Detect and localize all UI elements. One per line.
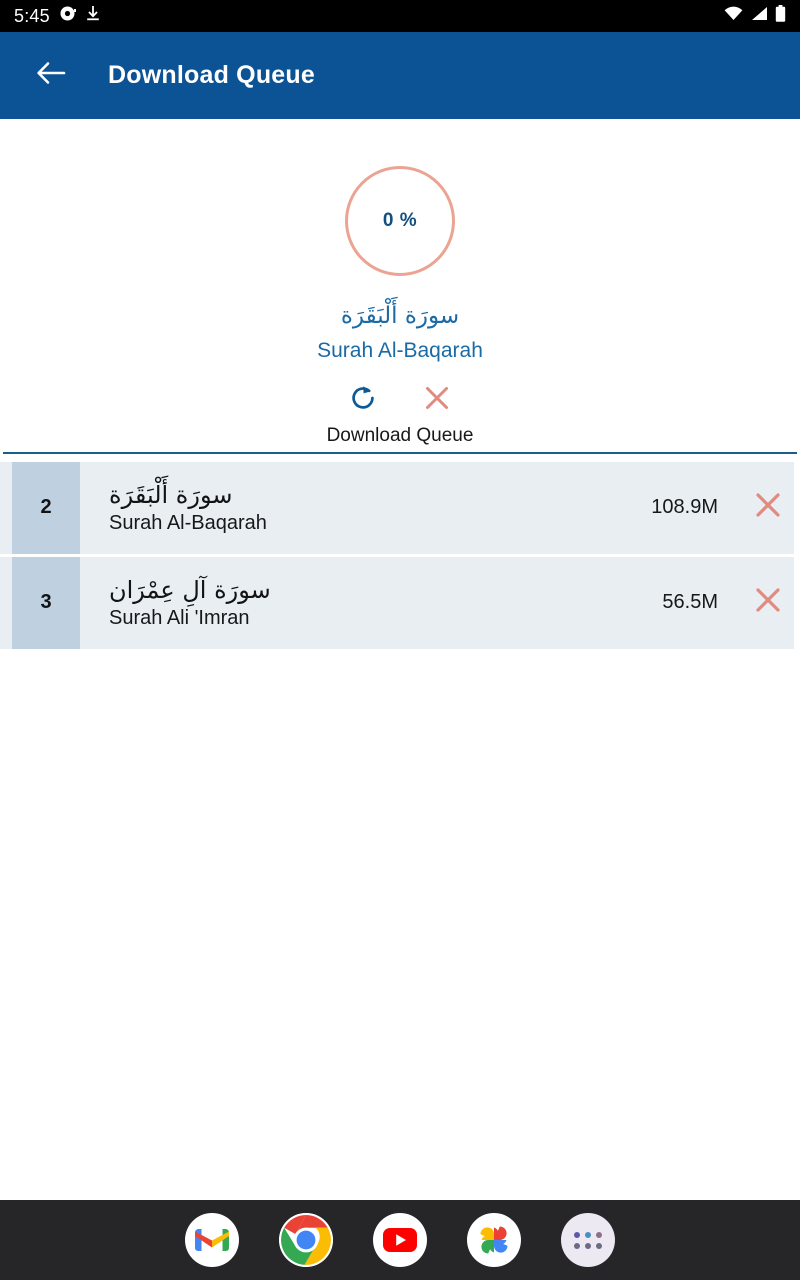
youtube-icon[interactable]: [373, 1213, 427, 1267]
queue-section-label: Download Queue: [326, 424, 474, 446]
refresh-button[interactable]: [345, 385, 381, 417]
drawer-dot: [596, 1242, 602, 1249]
download-queue-list: 2 سورَة أَلْبَقَرَة Surah Al-Baqarah 108…: [0, 461, 800, 649]
phone-screen: 5:45 Download Queue 0 % سورَة أَلْبَقَرَ…: [0, 0, 800, 1280]
refresh-icon: [349, 384, 377, 417]
empty-space: [0, 649, 800, 1200]
page-title: Download Queue: [108, 61, 315, 89]
close-x-icon: [754, 491, 782, 524]
wifi-icon: [724, 6, 743, 26]
google-photos-icon[interactable]: [467, 1213, 521, 1267]
progress-ring: 0 %: [345, 166, 455, 276]
status-bar-left: 5:45: [14, 5, 101, 27]
status-bar: 5:45: [0, 0, 800, 32]
drawer-dot: [585, 1231, 591, 1238]
progress-percent-label: 0 %: [382, 210, 418, 231]
queue-item-index: 3: [12, 556, 80, 649]
cancel-current-button[interactable]: [419, 385, 455, 417]
cellular-signal-icon: [750, 6, 768, 26]
current-download-panel: 0 % سورَة أَلْبَقَرَة Surah Al-Baqarah D…: [0, 119, 800, 447]
queue-item-size: 108.9M: [651, 496, 718, 519]
current-surah-latin: Surah Al-Baqarah: [317, 338, 483, 362]
app-drawer-dots: [574, 1231, 602, 1249]
status-bar-right: [724, 5, 786, 27]
queue-item-cancel-button[interactable]: [742, 462, 794, 554]
status-clock: 5:45: [14, 5, 50, 26]
record-icon: [59, 5, 76, 27]
queue-item-titles: سورَة أَلْبَقَرَة Surah Al-Baqarah: [80, 462, 651, 554]
table-row[interactable]: 2 سورَة أَلْبَقَرَة Surah Al-Baqarah 108…: [0, 461, 794, 554]
close-x-icon: [754, 586, 782, 619]
queue-item-latin: Surah Al-Baqarah: [109, 511, 267, 534]
close-x-icon: [424, 385, 450, 416]
section-divider: [3, 451, 797, 454]
table-row[interactable]: 3 سورَة آلِ عِمْرَان Surah Ali 'Imran 56…: [0, 556, 794, 649]
back-arrow-icon: [36, 60, 66, 91]
queue-item-arabic: سورَة أَلْبَقَرَة: [109, 480, 233, 509]
drawer-dot: [574, 1242, 580, 1249]
content-area: 0 % سورَة أَلْبَقَرَة Surah Al-Baqarah D…: [0, 119, 800, 1200]
app-drawer-icon[interactable]: [561, 1213, 615, 1267]
queue-item-size: 56.5M: [662, 591, 718, 614]
queue-item-latin: Surah Ali 'Imran: [109, 606, 250, 629]
download-actions: [345, 385, 455, 417]
queue-item-cancel-button[interactable]: [742, 557, 794, 649]
drawer-dot: [585, 1242, 591, 1249]
back-button[interactable]: [28, 53, 74, 99]
queue-item-titles: سورَة آلِ عِمْرَان Surah Ali 'Imran: [80, 557, 662, 649]
drawer-dot: [596, 1231, 602, 1238]
queue-item-index: 2: [12, 461, 80, 554]
app-bar: Download Queue: [0, 32, 800, 119]
current-surah-arabic: سورَة أَلْبَقَرَة: [340, 303, 460, 329]
battery-icon: [775, 5, 786, 27]
app-dock: [0, 1200, 800, 1280]
gmail-icon[interactable]: [185, 1213, 239, 1267]
drawer-dot: [574, 1231, 580, 1238]
download-icon: [85, 5, 101, 27]
queue-item-arabic: سورَة آلِ عِمْرَان: [109, 575, 271, 604]
chrome-icon[interactable]: [279, 1213, 333, 1267]
